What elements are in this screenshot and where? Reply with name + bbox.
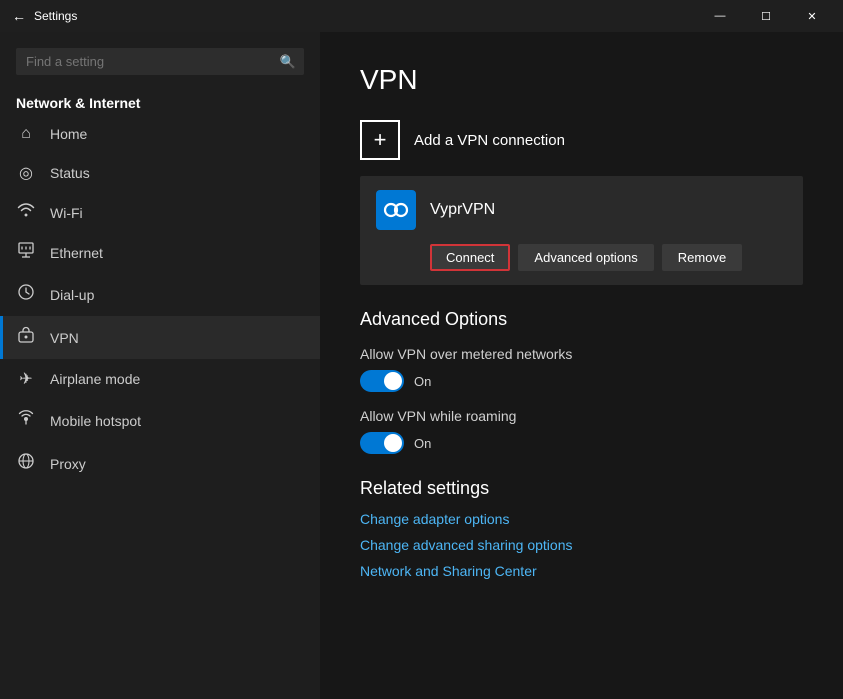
related-settings-section: Related settings Change adapter options … (360, 478, 803, 579)
dialup-icon (16, 283, 36, 306)
vpn-card-actions: Connect Advanced options Remove (360, 244, 803, 285)
remove-button[interactable]: Remove (662, 244, 742, 271)
ethernet-icon (16, 242, 36, 263)
content-area: VPN + Add a VPN connection VyprVPN Conne… (320, 32, 843, 699)
search-container: 🔍 (16, 48, 304, 75)
add-vpn-icon: + (360, 120, 400, 160)
titlebar: ← Settings — ☐ ✕ (0, 0, 843, 32)
metered-toggle-state: On (414, 374, 431, 389)
metered-toggle-row: Allow VPN over metered networks On (360, 346, 803, 392)
main-layout: 🔍 Network & Internet ⌂ Home ◎ Status Wi-… (0, 32, 843, 699)
close-button[interactable]: ✕ (789, 0, 835, 32)
back-icon: ← (12, 8, 26, 24)
search-input[interactable] (16, 48, 304, 75)
sidebar-item-wifi[interactable]: Wi-Fi (0, 193, 320, 232)
sidebar-item-vpn[interactable]: VPN (0, 316, 320, 359)
sidebar-item-label: Proxy (50, 456, 86, 472)
sidebar-item-label: Wi-Fi (50, 205, 83, 221)
sidebar-item-label: Mobile hotspot (50, 413, 141, 429)
minimize-button[interactable]: — (697, 0, 743, 32)
related-settings-title: Related settings (360, 478, 803, 499)
toggle-thumb (384, 434, 402, 452)
vpn-card-header: VyprVPN (360, 176, 803, 244)
sidebar-section-label: Network & Internet (0, 83, 320, 115)
status-icon: ◎ (16, 163, 36, 183)
airplane-icon: ✈ (16, 369, 36, 389)
sidebar-item-dialup[interactable]: Dial-up (0, 273, 320, 316)
sidebar-item-label: Airplane mode (50, 371, 140, 387)
sidebar-item-proxy[interactable]: Proxy (0, 442, 320, 485)
add-vpn-row[interactable]: + Add a VPN connection (360, 120, 803, 160)
sidebar-item-label: Status (50, 165, 90, 181)
add-vpn-label: Add a VPN connection (414, 132, 565, 149)
roaming-label: Allow VPN while roaming (360, 408, 803, 424)
vpn-icon (16, 326, 36, 349)
wifi-icon (16, 203, 36, 222)
toggle-thumb (384, 372, 402, 390)
vpn-card: VyprVPN Connect Advanced options Remove (360, 176, 803, 285)
proxy-icon (16, 452, 36, 475)
sidebar-item-ethernet[interactable]: Ethernet (0, 232, 320, 273)
roaming-toggle-row: Allow VPN while roaming On (360, 408, 803, 454)
sidebar-item-label: VPN (50, 330, 79, 346)
titlebar-controls: — ☐ ✕ (697, 0, 835, 32)
sidebar-item-home[interactable]: ⌂ Home (0, 115, 320, 153)
metered-label: Allow VPN over metered networks (360, 346, 803, 362)
network-sharing-center-link[interactable]: Network and Sharing Center (360, 563, 803, 579)
metered-toggle[interactable] (360, 370, 404, 392)
advanced-options-section: Advanced Options Allow VPN over metered … (360, 309, 803, 454)
advanced-options-title: Advanced Options (360, 309, 803, 330)
connect-button[interactable]: Connect (430, 244, 510, 271)
metered-toggle-control: On (360, 370, 803, 392)
hotspot-icon (16, 409, 36, 432)
roaming-toggle[interactable] (360, 432, 404, 454)
maximize-button[interactable]: ☐ (743, 0, 789, 32)
page-title: VPN (360, 64, 803, 96)
change-adapter-link[interactable]: Change adapter options (360, 511, 803, 527)
roaming-toggle-control: On (360, 432, 803, 454)
sidebar-item-label: Ethernet (50, 245, 103, 261)
sidebar-item-airplane[interactable]: ✈ Airplane mode (0, 359, 320, 399)
vpn-logo (376, 190, 416, 230)
sidebar-item-hotspot[interactable]: Mobile hotspot (0, 399, 320, 442)
app-title: Settings (34, 9, 77, 23)
advanced-options-button[interactable]: Advanced options (518, 244, 653, 271)
change-sharing-link[interactable]: Change advanced sharing options (360, 537, 803, 553)
search-icon: 🔍 (280, 54, 296, 70)
titlebar-left: ← Settings (12, 8, 77, 24)
sidebar-item-label: Home (50, 126, 87, 142)
sidebar-item-status[interactable]: ◎ Status (0, 153, 320, 193)
sidebar: 🔍 Network & Internet ⌂ Home ◎ Status Wi-… (0, 32, 320, 699)
roaming-toggle-state: On (414, 436, 431, 451)
home-icon: ⌂ (16, 125, 36, 143)
sidebar-item-label: Dial-up (50, 287, 94, 303)
vpn-name: VyprVPN (430, 201, 495, 219)
